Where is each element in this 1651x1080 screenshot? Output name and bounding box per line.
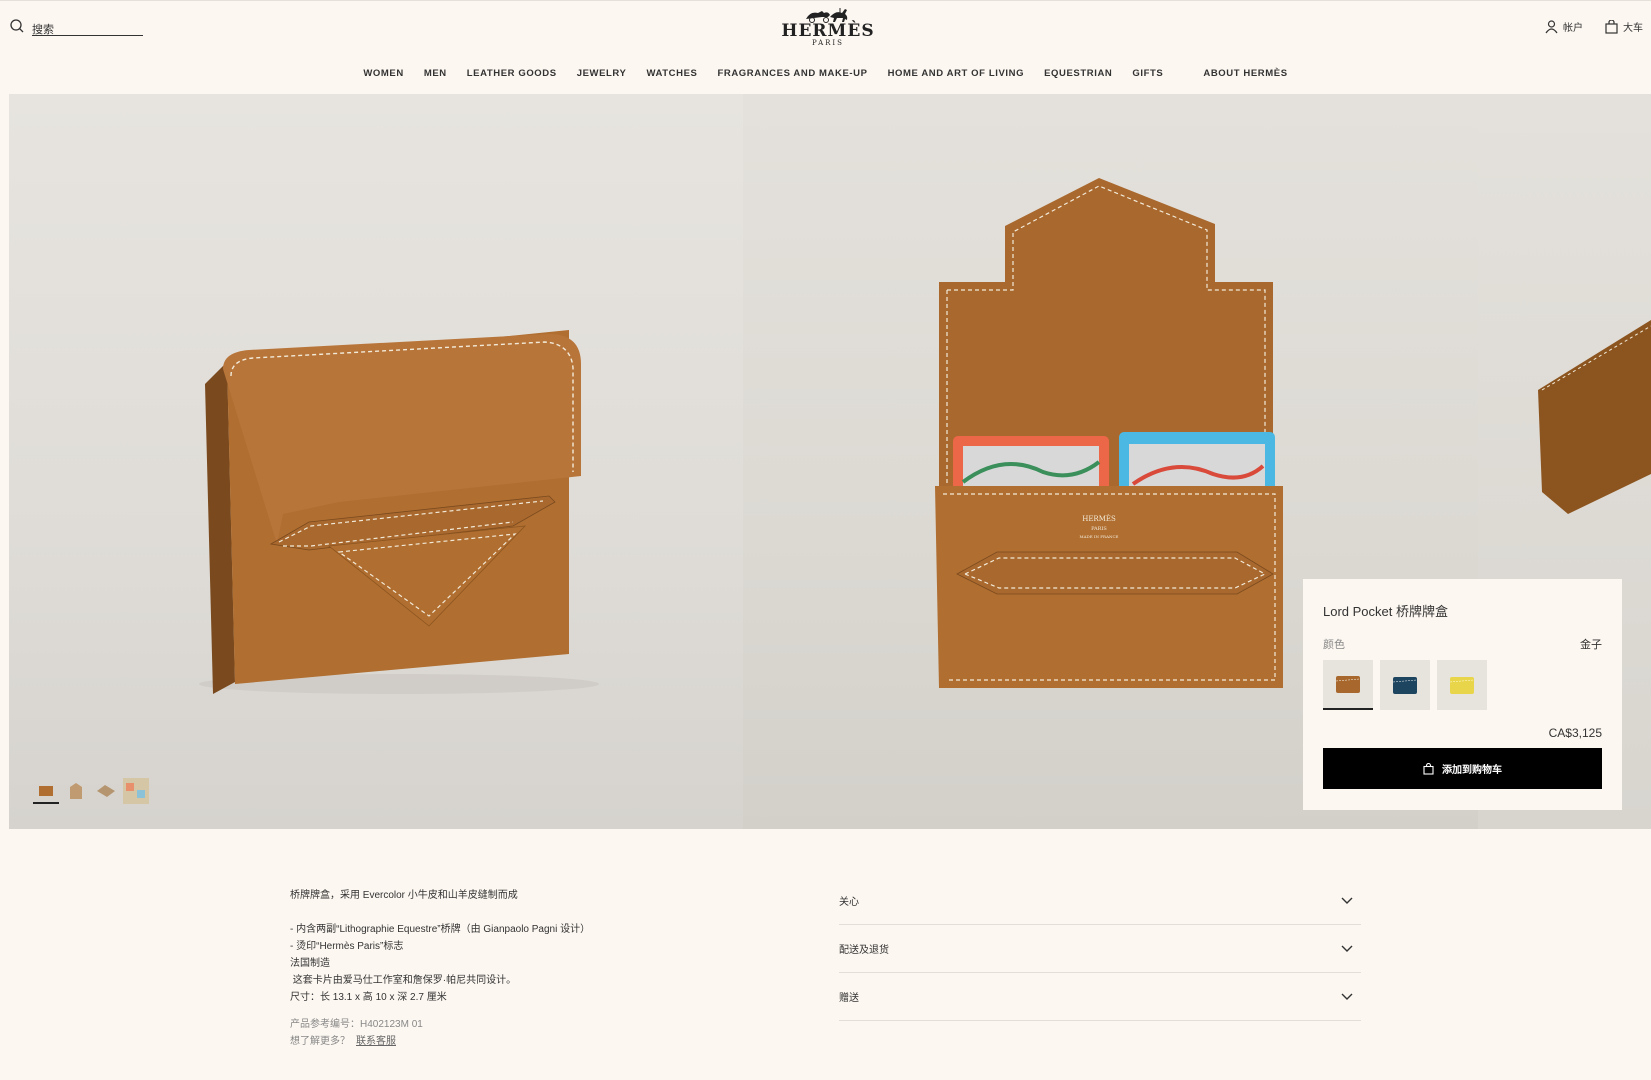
main-nav: WOMEN MEN LEATHER GOODS JEWELRY WATCHES … xyxy=(0,68,1651,79)
search-underline xyxy=(32,35,143,36)
accordion-delivery[interactable]: 配送及退货 xyxy=(839,925,1361,973)
logo-name: HERMÈS xyxy=(781,21,875,41)
description-line: 桥牌牌盒，采用 Evercolor 小牛皮和山羊皮缝制而成 xyxy=(290,890,518,901)
contact-link[interactable]: 联系客服 xyxy=(356,1036,396,1047)
svg-text:PARIS: PARIS xyxy=(1091,526,1107,532)
bag-icon xyxy=(1605,19,1618,34)
nav-home[interactable]: HOME AND ART OF LIVING xyxy=(888,68,1025,79)
account-label: 帐户 xyxy=(1563,23,1583,34)
product-title: Lord Pocket 桥牌牌盒 xyxy=(1323,604,1448,619)
description-line: - 烫印“Hermès Paris”标志 xyxy=(290,941,404,952)
help-text: 想了解更多？ xyxy=(290,1036,350,1047)
thumbnail-3[interactable] xyxy=(93,778,119,804)
svg-text:MADE IN FRANCE: MADE IN FRANCE xyxy=(1080,534,1119,539)
chevron-down-icon xyxy=(1341,897,1353,904)
logo-paris: PARIS xyxy=(812,39,844,47)
nav-women[interactable]: WOMEN xyxy=(363,68,403,79)
product-card: Lord Pocket 桥牌牌盒 颜色 金子 CA$3,125 添加到购物车 xyxy=(1303,579,1622,810)
nav-gifts[interactable]: GIFTS xyxy=(1132,68,1163,79)
accordion-label: 关心 xyxy=(839,897,859,908)
svg-text:HERMÈS: HERMÈS xyxy=(1082,514,1116,523)
nav-about[interactable]: ABOUT HERMÈS xyxy=(1203,68,1287,79)
swatch-yellow[interactable] xyxy=(1437,660,1487,710)
nav-men[interactable]: MEN xyxy=(424,68,447,79)
accordion-label: 赠送 xyxy=(839,993,859,1004)
swatch-gold[interactable] xyxy=(1323,660,1373,710)
color-label: 颜色 xyxy=(1323,639,1345,651)
add-to-cart-button[interactable]: 添加到购物车 xyxy=(1323,748,1602,789)
header: 搜索 HERMÈS PARIS 帐户 大车 WOMEN MEN LEATHER … xyxy=(0,0,1651,90)
description-line: 这套卡片由爱马仕工作室和詹保罗·帕尼共同设计。 xyxy=(290,975,517,986)
cart-label: 大车 xyxy=(1623,23,1643,34)
help-line: 想了解更多？ 联系客服 xyxy=(290,1033,720,1050)
color-row: 颜色 金子 xyxy=(1323,636,1602,652)
nav-fragrances[interactable]: FRAGRANCES AND MAKE-UP xyxy=(717,68,867,79)
info-accordion: 关心 配送及退货 赠送 xyxy=(839,877,1361,1021)
product-description: 桥牌牌盒，采用 Evercolor 小牛皮和山羊皮缝制而成 - 内含两副“Lit… xyxy=(290,887,720,1050)
product-image-1[interactable] xyxy=(9,94,743,829)
description-line: 尺寸：长 13.1 x 高 10 x 深 2.7 厘米 xyxy=(290,992,447,1003)
product-price: CA$3,125 xyxy=(1548,726,1602,740)
thumbnail-strip xyxy=(33,778,149,804)
color-swatches xyxy=(1323,660,1602,710)
accordion-gift[interactable]: 赠送 xyxy=(839,973,1361,1021)
thumbnail-1[interactable] xyxy=(33,778,59,804)
thumbnail-2[interactable] xyxy=(63,778,89,804)
search-icon[interactable] xyxy=(10,19,24,38)
description-line: - 内含两副“Lithographie Equestre”桥牌（由 Gianpa… xyxy=(290,924,591,935)
add-to-cart-label: 添加到购物车 xyxy=(1442,765,1502,776)
color-value: 金子 xyxy=(1580,639,1602,651)
nav-watches[interactable]: WATCHES xyxy=(646,68,697,79)
accordion-care[interactable]: 关心 xyxy=(839,877,1361,925)
bag-icon xyxy=(1423,762,1434,775)
nav-leather-goods[interactable]: LEATHER GOODS xyxy=(467,68,557,79)
user-icon xyxy=(1545,19,1558,33)
thumbnail-4[interactable] xyxy=(123,778,149,804)
nav-equestrian[interactable]: EQUESTRIAN xyxy=(1044,68,1112,79)
chevron-down-icon xyxy=(1341,945,1353,952)
chevron-down-icon xyxy=(1341,993,1353,1000)
nav-jewelry[interactable]: JEWELRY xyxy=(577,68,627,79)
hermes-logo[interactable]: HERMÈS PARIS xyxy=(758,7,898,47)
cart-link[interactable]: 大车 xyxy=(1605,19,1643,34)
accordion-label: 配送及退货 xyxy=(839,945,889,956)
account-link[interactable]: 帐户 xyxy=(1545,19,1583,34)
header-actions: 帐户 大车 xyxy=(1545,19,1643,34)
description-line: 法国制造 xyxy=(290,958,330,969)
product-reference: 产品参考编号：H402123M 01 xyxy=(290,1019,423,1030)
search-bar[interactable]: 搜索 xyxy=(10,19,143,38)
swatch-navy[interactable] xyxy=(1380,660,1430,710)
